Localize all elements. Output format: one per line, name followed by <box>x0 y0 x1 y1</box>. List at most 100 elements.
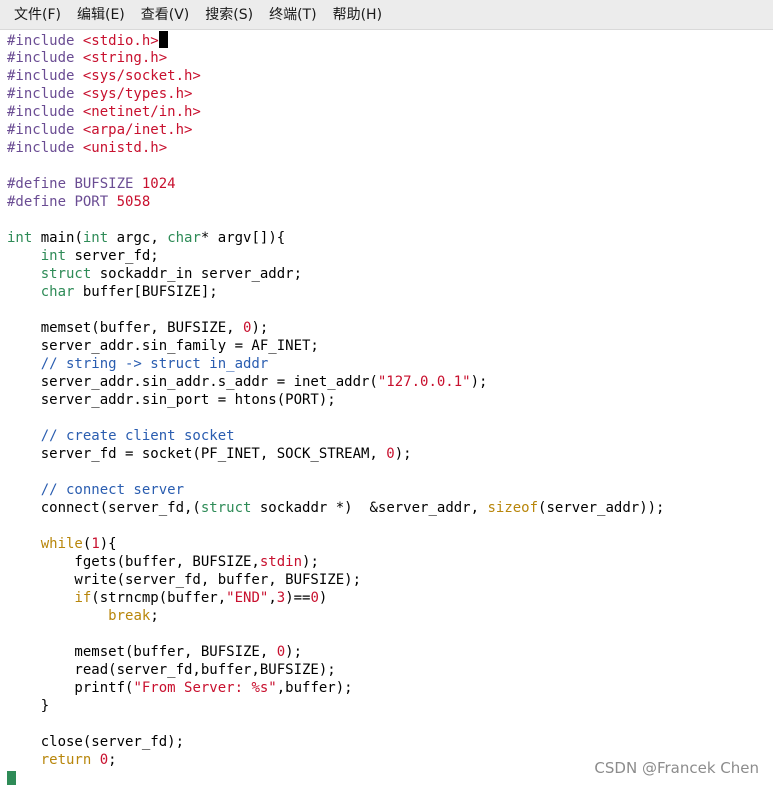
code-line: #include <unistd.h> <box>7 139 664 157</box>
code-token: buffer[BUFSIZE]; <box>74 284 218 300</box>
menu-search[interactable]: 搜索(S) <box>197 3 261 27</box>
code-token: #define <box>7 194 75 210</box>
code-line: int server_fd; <box>7 247 664 265</box>
menu-help[interactable]: 帮助(H) <box>325 3 390 27</box>
code-token: 3 <box>276 590 286 606</box>
code-line: #define BUFSIZE 1024 <box>7 175 664 193</box>
code-line: #include <netinet/in.h> <box>7 103 664 121</box>
code-token: #include <box>7 140 83 156</box>
code-line: printf("From Server: %s",buffer); <box>7 679 664 697</box>
menu-view[interactable]: 查看(V) <box>133 3 198 27</box>
menu-file[interactable]: 文件(F) <box>6 3 69 27</box>
code-token: PORT <box>74 194 117 210</box>
code-token: char <box>40 284 75 300</box>
code-line: server_fd = socket(PF_INET, SOCK_STREAM,… <box>7 445 664 463</box>
code-line: #include <stdio.h> <box>7 31 664 49</box>
status-cursor-marker <box>7 771 16 785</box>
code-token: server_addr.sin_family = AF_INET; <box>7 338 319 354</box>
menu-edit[interactable]: 编辑(E) <box>69 3 133 27</box>
watermark: CSDN @Francek Chen <box>594 759 759 777</box>
menu-terminal[interactable]: 终端(T) <box>261 3 324 27</box>
code-token: 0 <box>310 590 319 606</box>
code-token: struct <box>200 500 252 516</box>
code-area[interactable]: #include <stdio.h> #include <string.h> #in… <box>7 31 664 769</box>
code-line: close(server_fd); <box>7 733 664 751</box>
code-token: <netinet/in.h> <box>82 104 201 120</box>
code-line: read(server_fd,buffer,BUFSIZE); <box>7 661 664 679</box>
code-token: ); <box>251 320 269 336</box>
code-line: char buffer[BUFSIZE]; <box>7 283 664 301</box>
code-token: 1 <box>91 536 100 552</box>
code-token: int <box>7 230 33 246</box>
code-line: #include <sys/types.h> <box>7 85 664 103</box>
code-token: // string -> struct in_addr <box>40 356 269 372</box>
menu-bar: 文件(F) 编辑(E) 查看(V) 搜索(S) 终端(T) 帮助(H) <box>0 0 773 30</box>
code-token: <sys/socket.h> <box>82 68 201 84</box>
code-token: connect(server_fd,( <box>7 500 201 516</box>
code-token: // create client socket <box>40 428 235 444</box>
terminal-editor[interactable]: #include <stdio.h> #include <string.h> #in… <box>0 31 773 785</box>
code-token: "127.0.0.1" <box>377 374 471 390</box>
code-line: fgets(buffer, BUFSIZE,stdin); <box>7 553 664 571</box>
code-token: * argv[]){ <box>200 230 286 246</box>
code-token: #define <box>7 176 75 192</box>
code-token: ; <box>150 608 159 624</box>
code-token: char <box>167 230 201 246</box>
code-token: server_fd; <box>66 248 159 264</box>
code-token: ); <box>285 644 303 660</box>
code-line: struct sockaddr_in server_addr; <box>7 265 664 283</box>
code-line: int main(int argc, char* argv[]){ <box>7 229 664 247</box>
code-line: if(strncmp(buffer,"END",3)==0) <box>7 589 664 607</box>
code-line: memset(buffer, BUFSIZE, 0); <box>7 319 664 337</box>
code-line: memset(buffer, BUFSIZE, 0); <box>7 643 664 661</box>
code-line: // connect server <box>7 481 664 499</box>
code-line: return 0; <box>7 751 664 769</box>
code-token: sockaddr *) &server_addr, <box>251 500 488 516</box>
code-token: <arpa/inet.h> <box>82 122 193 138</box>
code-line: connect(server_fd,(struct sockaddr *) &s… <box>7 499 665 517</box>
code-token: read(server_fd,buffer,BUFSIZE); <box>7 662 336 678</box>
code-token: (server_addr)); <box>538 500 665 516</box>
code-token: memset(buffer, BUFSIZE, <box>7 644 277 660</box>
code-token: ){ <box>99 536 117 552</box>
code-token: main( <box>32 230 83 246</box>
gutter <box>0 31 3 785</box>
text-cursor <box>158 31 168 48</box>
code-line: break; <box>7 607 664 625</box>
code-token: "END" <box>226 590 269 606</box>
code-token: fgets(buffer, BUFSIZE, <box>7 554 260 570</box>
code-token: #include <box>7 50 83 66</box>
code-token: ,buffer); <box>276 680 353 696</box>
code-token: "From Server: %s" <box>133 680 277 696</box>
code-token: #include <box>7 33 83 49</box>
code-line: while(1){ <box>7 535 664 553</box>
code-token: break <box>108 608 151 624</box>
code-token: } <box>7 698 50 714</box>
code-token: ) <box>318 590 328 606</box>
code-token: 0 <box>276 644 286 660</box>
code-token: server_addr.sin_port = htons(PORT); <box>7 392 336 408</box>
code-token: printf( <box>7 680 134 696</box>
code-line: server_addr.sin_port = htons(PORT); <box>7 391 664 409</box>
code-line: // string -> struct in_addr <box>7 355 664 373</box>
code-token: struct <box>40 266 92 282</box>
code-token: ; <box>108 752 117 768</box>
code-token: 0 <box>99 752 109 768</box>
code-token: stdin <box>259 554 303 570</box>
code-line: write(server_fd, buffer, BUFSIZE); <box>7 571 664 589</box>
code-token: server_addr.sin_addr.s_addr = inet_addr( <box>7 374 378 390</box>
code-token: 5058 <box>116 194 151 210</box>
code-token: #include <box>7 86 83 102</box>
code-token: 1024 <box>141 176 176 192</box>
